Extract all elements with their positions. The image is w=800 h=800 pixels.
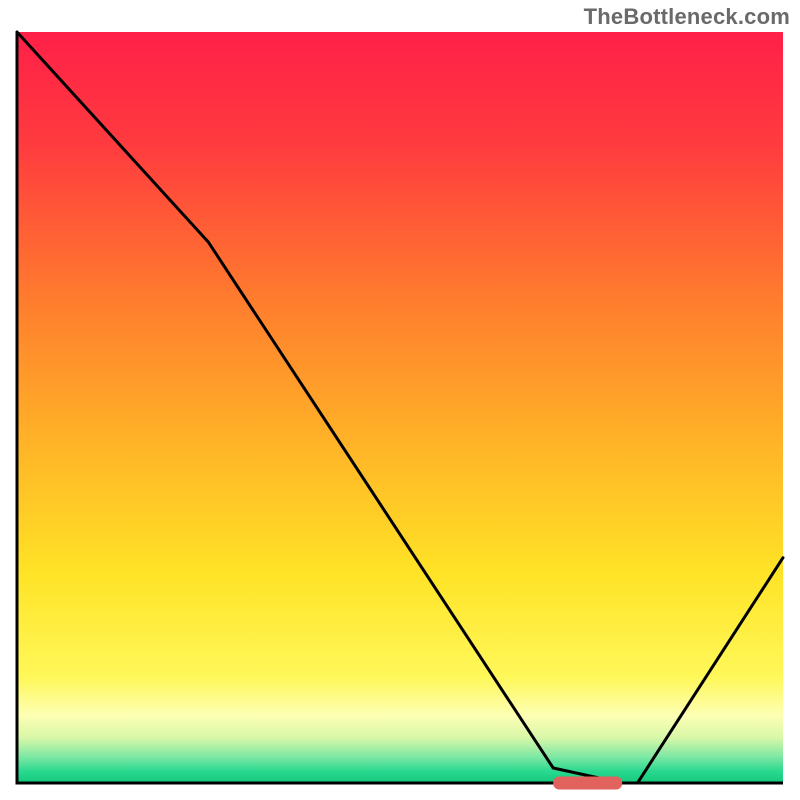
chart-container: TheBottleneck.com bbox=[0, 0, 800, 800]
attribution-label: TheBottleneck.com bbox=[584, 4, 790, 30]
plot-gradient-bg bbox=[17, 32, 783, 783]
optimum-marker bbox=[553, 777, 622, 790]
bottleneck-chart bbox=[0, 0, 800, 800]
